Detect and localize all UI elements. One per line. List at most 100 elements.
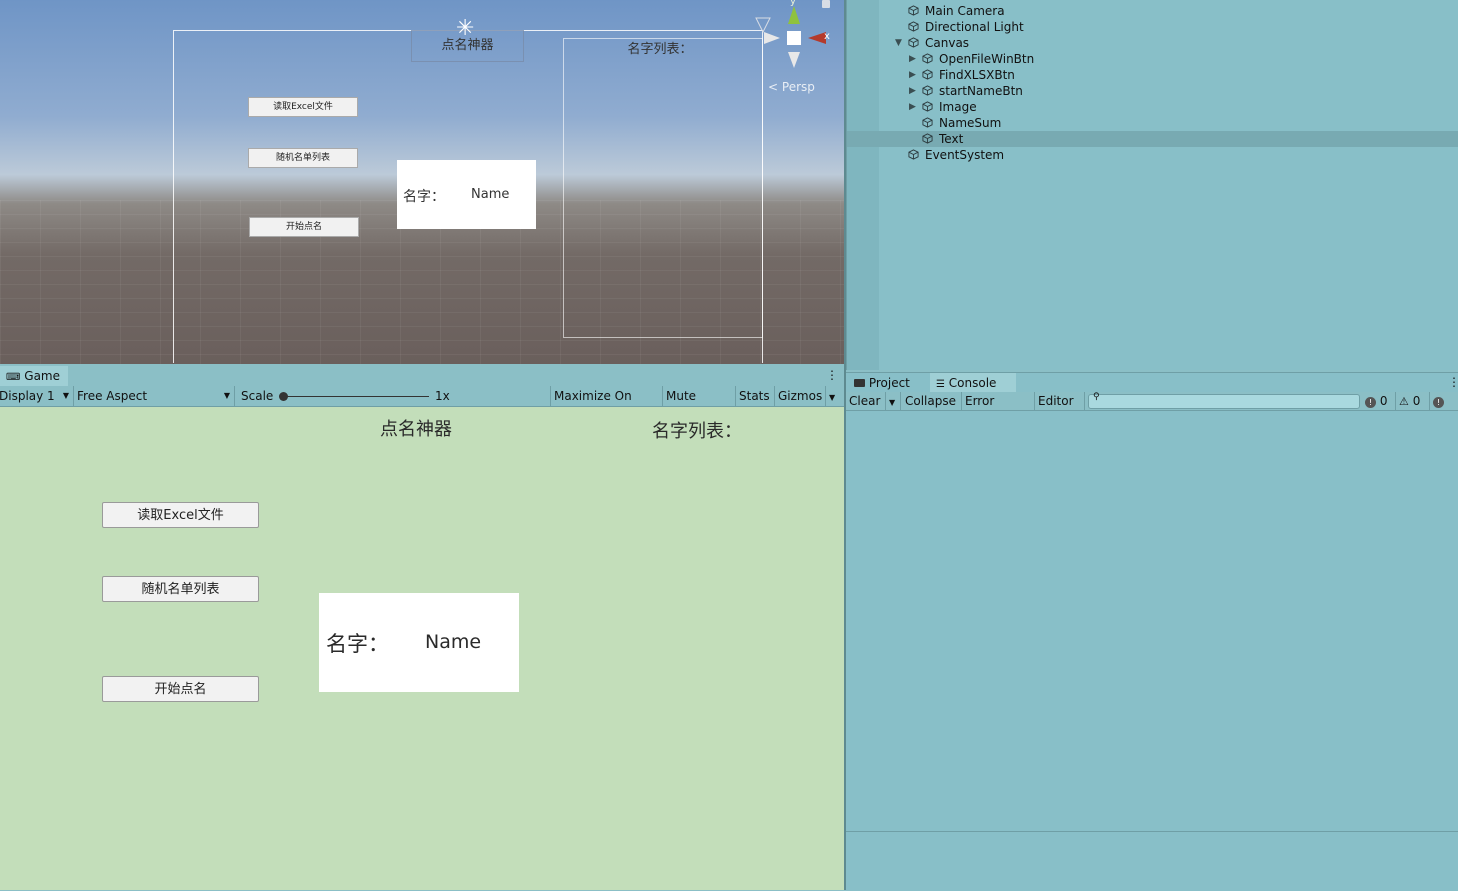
lock-icon[interactable] bbox=[822, 0, 830, 8]
gizmo-center-cube[interactable] bbox=[787, 31, 801, 45]
info-filter-toggle[interactable]: ! 0 bbox=[1362, 392, 1396, 410]
scale-slider-track[interactable] bbox=[283, 396, 429, 397]
gizmos-dropdown[interactable]: ▼ bbox=[826, 386, 845, 406]
tab-project-label: Project bbox=[868, 376, 910, 390]
gizmo-neg-x-axis-icon[interactable] bbox=[764, 32, 780, 44]
expand-arrow-icon[interactable]: ▶ bbox=[909, 83, 916, 99]
hierarchy-item-image[interactable]: ▶ Image bbox=[847, 99, 1458, 115]
hierarchy-item-text[interactable]: Text bbox=[847, 131, 1458, 147]
aspect-select[interactable]: Free Aspect ▼ bbox=[74, 386, 235, 406]
hierarchy-item-openfilewinbtn[interactable]: ▶ OpenFileWinBtn bbox=[847, 51, 1458, 67]
hierarchy-item-label: EventSystem bbox=[925, 148, 1005, 162]
hierarchy-item-startnamebtn[interactable]: ▶ startNameBtn bbox=[847, 83, 1458, 99]
scene-start-button[interactable]: 开始点名 bbox=[249, 217, 359, 237]
display-select[interactable]: Display 1 ▼ bbox=[0, 386, 74, 406]
chevron-down-icon: ▼ bbox=[223, 391, 230, 400]
console-search-input[interactable]: ⚲ bbox=[1088, 392, 1360, 409]
console-detail-pane[interactable] bbox=[846, 831, 1458, 891]
collapse-toggle[interactable]: Collapse bbox=[902, 392, 962, 410]
kebab-menu-icon[interactable]: ⋮ bbox=[1448, 373, 1458, 391]
gizmo-z-axis-icon[interactable] bbox=[755, 17, 771, 34]
hierarchy-item-canvas[interactable]: ▼ Canvas bbox=[847, 35, 1458, 51]
gizmo-x-label: x bbox=[824, 31, 830, 42]
info-icon: ! bbox=[1365, 397, 1376, 408]
gameobject-cube-icon bbox=[908, 21, 919, 32]
hierarchy-item-label: Canvas bbox=[925, 36, 970, 50]
warning-icon: ⚠ bbox=[1399, 395, 1409, 408]
warning-filter-toggle[interactable]: ⚠ 0 bbox=[1396, 392, 1430, 410]
chevron-left-icon: < bbox=[768, 80, 779, 94]
error-icon: ! bbox=[1433, 397, 1444, 408]
hierarchy-item-label: OpenFileWinBtn bbox=[939, 52, 1035, 66]
gamepad-icon: ⌨ bbox=[6, 372, 21, 383]
scene-name-label: 名字： bbox=[403, 189, 445, 205]
scale-label: Scale bbox=[241, 389, 274, 403]
scene-light-icon: ✳ bbox=[456, 16, 475, 41]
hierarchy-item-label: Image bbox=[939, 100, 977, 114]
scene-projection-toggle[interactable]: < Persp bbox=[768, 80, 815, 94]
tab-project[interactable]: Project bbox=[848, 373, 934, 393]
gameobject-cube-icon bbox=[922, 85, 933, 96]
console-log-list[interactable] bbox=[846, 411, 1458, 831]
gameobject-cube-icon bbox=[922, 69, 933, 80]
tab-game[interactable]: ⌨ Game bbox=[0, 366, 68, 386]
gizmos-toggle[interactable]: Gizmos bbox=[775, 386, 826, 406]
console-toolbar: Clear ▼ Collapse Error Pause Editor ▼ ⚲ … bbox=[846, 392, 1458, 426]
scene-view[interactable]: 点名神器 ✳ 名字列表： 读取Excel文件 随机名单列表 开始点名 名字： N… bbox=[0, 0, 845, 364]
hierarchy-item-main-camera[interactable]: Main Camera bbox=[847, 3, 1458, 19]
scene-random-list-button[interactable]: 随机名单列表 bbox=[248, 148, 358, 168]
editor-dropdown-label: Editor bbox=[1038, 394, 1074, 408]
folder-icon bbox=[854, 379, 865, 387]
console-tabbar: Project ☰ Console ⋮ bbox=[846, 372, 1458, 393]
gizmo-y-label: y bbox=[790, 0, 796, 7]
hierarchy-item-label: startNameBtn bbox=[939, 84, 1023, 98]
error-pause-toggle[interactable]: Error Pause bbox=[962, 392, 1035, 426]
expand-arrow-icon[interactable]: ▶ bbox=[909, 51, 916, 67]
gameobject-cube-icon bbox=[922, 101, 933, 112]
info-count: 0 bbox=[1379, 394, 1388, 408]
tab-game-label: Game bbox=[24, 369, 60, 383]
expand-arrow-icon[interactable]: ▶ bbox=[909, 67, 916, 83]
scene-read-excel-button[interactable]: 读取Excel文件 bbox=[248, 97, 358, 117]
hierarchy-item-label: Main Camera bbox=[925, 4, 1005, 18]
expand-arrow-icon[interactable]: ▶ bbox=[909, 99, 916, 115]
gameobject-cube-icon bbox=[908, 37, 919, 48]
hierarchy-item-label: NameSum bbox=[939, 116, 1002, 130]
gameobject-cube-icon bbox=[908, 149, 919, 160]
chevron-down-icon: ▼ bbox=[62, 391, 69, 400]
error-filter-toggle[interactable]: ! 0 bbox=[1430, 392, 1458, 426]
hierarchy-item-namesum[interactable]: NameSum bbox=[847, 115, 1458, 131]
mute-audio-toggle[interactable]: Mute Audio bbox=[663, 386, 736, 423]
game-toolbar: Display 1 ▼ Free Aspect ▼ Scale 1x Maxim… bbox=[0, 386, 845, 423]
expand-arrow-icon[interactable]: ▼ bbox=[895, 35, 902, 51]
editor-dropdown[interactable]: Editor ▼ bbox=[1035, 392, 1085, 425]
read-excel-button[interactable]: 读取Excel文件 bbox=[102, 502, 259, 528]
warning-count: 0 bbox=[1412, 394, 1421, 408]
scale-control[interactable]: Scale 1x bbox=[235, 386, 551, 406]
hierarchy-item-directional-light[interactable]: Directional Light bbox=[847, 19, 1458, 35]
persp-label: Persp bbox=[781, 80, 815, 94]
scene-name-list-label: 名字列表： bbox=[627, 42, 693, 57]
hierarchy-panel: Main Camera Directional Light ▼ Canvas ▶… bbox=[846, 0, 1458, 370]
clear-button[interactable]: Clear bbox=[846, 392, 886, 410]
kebab-menu-icon[interactable]: ⋮ bbox=[826, 366, 838, 384]
scale-slider-thumb[interactable] bbox=[279, 392, 288, 401]
scene-name-list-box bbox=[563, 38, 763, 338]
start-rollcall-button[interactable]: 开始点名 bbox=[102, 676, 259, 702]
stats-toggle[interactable]: Stats bbox=[736, 386, 775, 406]
chevron-down-icon: ▼ bbox=[889, 398, 896, 407]
gizmo-y-axis-icon[interactable] bbox=[788, 6, 800, 24]
random-list-button[interactable]: 随机名单列表 bbox=[102, 576, 259, 602]
maximize-on-play-toggle[interactable]: Maximize On Play bbox=[551, 386, 663, 423]
hierarchy-item-label: FindXLSXBtn bbox=[939, 68, 1015, 82]
hierarchy-item-findxlsxbtn[interactable]: ▶ FindXLSXBtn bbox=[847, 67, 1458, 83]
clear-options-dropdown[interactable]: ▼ bbox=[886, 392, 901, 410]
tab-console[interactable]: ☰ Console bbox=[930, 373, 1016, 393]
gameobject-cube-icon bbox=[908, 5, 919, 16]
chevron-down-icon: ▼ bbox=[829, 393, 836, 402]
scene-name-value: Name bbox=[471, 187, 510, 202]
gizmo-neg-y-axis-icon[interactable] bbox=[788, 52, 800, 68]
game-view[interactable]: 点名神器 名字列表： 读取Excel文件 随机名单列表 开始点名 名字： Nam… bbox=[0, 407, 845, 890]
tab-console-label: Console bbox=[948, 376, 997, 390]
hierarchy-item-eventsystem[interactable]: EventSystem bbox=[847, 147, 1458, 163]
